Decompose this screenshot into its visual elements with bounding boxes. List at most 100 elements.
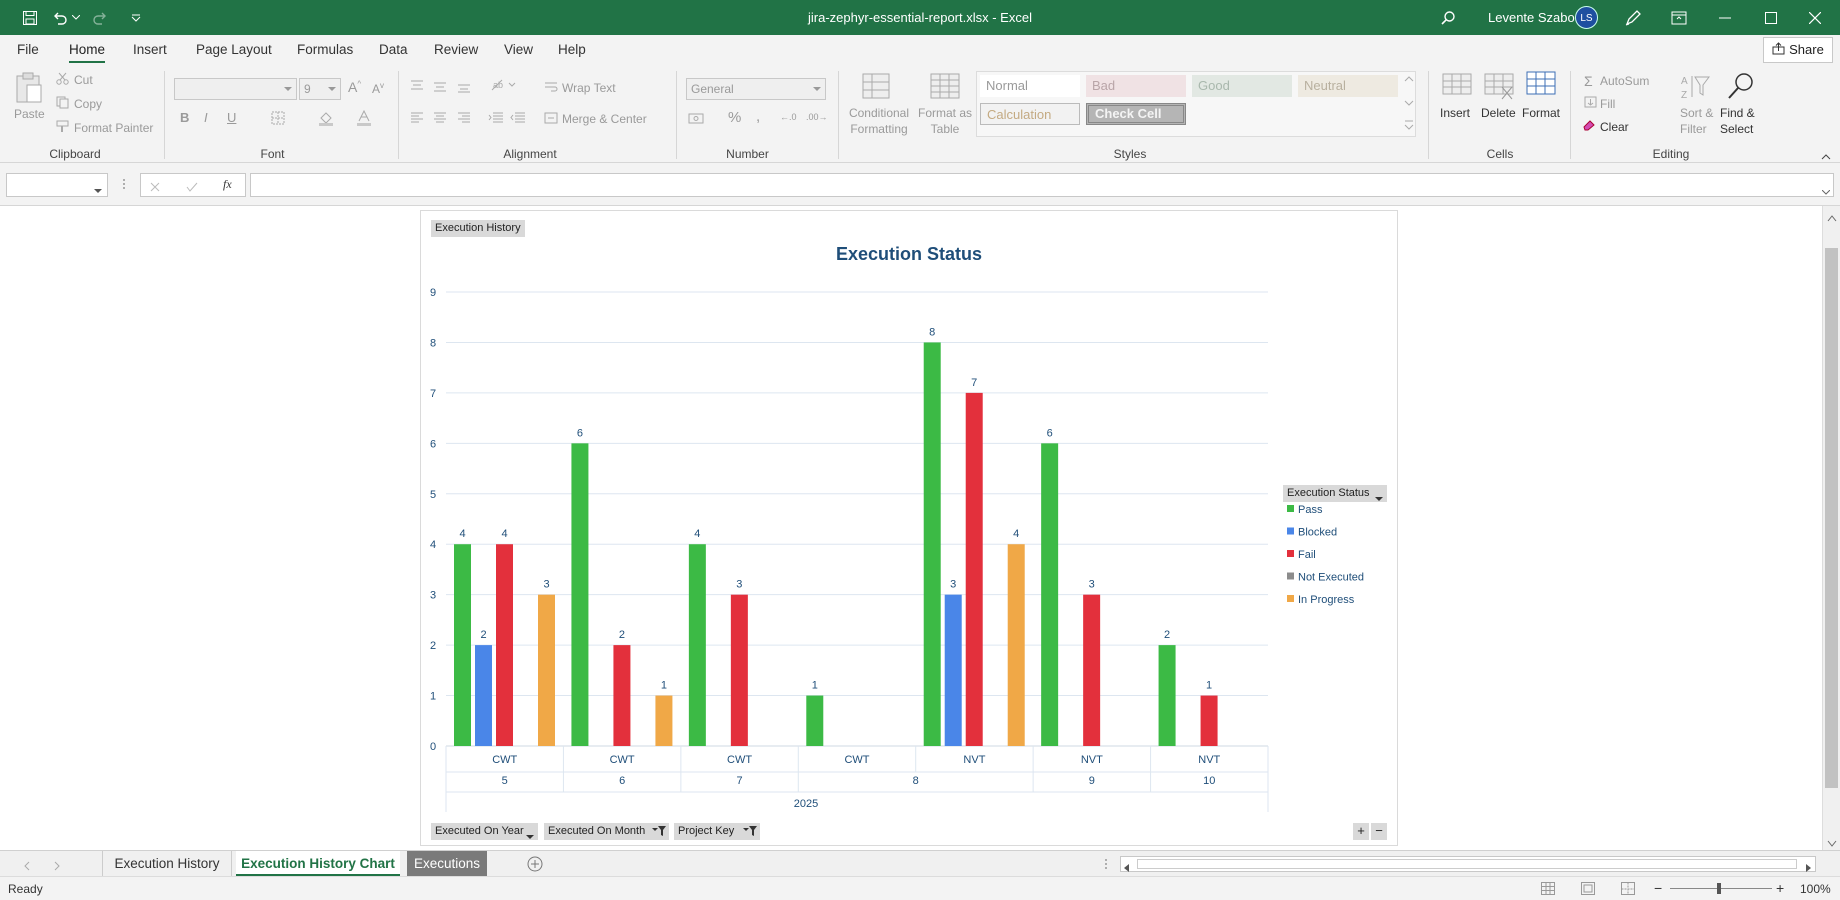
- underline-icon[interactable]: U: [227, 110, 236, 125]
- zoom-level[interactable]: 100%: [1800, 882, 1831, 896]
- borders-icon[interactable]: [271, 111, 285, 128]
- scroll-right-icon[interactable]: [1806, 860, 1812, 875]
- menu-data[interactable]: Data: [373, 35, 414, 65]
- decrease-font-icon[interactable]: Av: [372, 81, 384, 96]
- sort-filter-label-1[interactable]: Sort &: [1680, 106, 1713, 120]
- clear-button[interactable]: Clear: [1600, 120, 1629, 134]
- customize-toolbar-icon[interactable]: [128, 0, 144, 35]
- undo-dropdown-icon[interactable]: [70, 0, 82, 35]
- close-icon[interactable]: [1800, 0, 1830, 35]
- horizontal-scroll-thumb[interactable]: [1137, 859, 1797, 869]
- sort-filter-icon[interactable]: AZ: [1680, 73, 1710, 104]
- format-as-table-label-1[interactable]: Format as: [916, 106, 974, 120]
- tab-splitter-icon[interactable]: [1104, 857, 1108, 874]
- share-button[interactable]: Share: [1763, 37, 1833, 63]
- scroll-up-icon[interactable]: [1827, 210, 1837, 225]
- currency-icon[interactable]: [688, 111, 716, 128]
- vertical-scroll-thumb[interactable]: [1825, 248, 1838, 788]
- pivot-chart[interactable]: Execution History Execution Status 0 1 2 3 4 5…: [420, 210, 1398, 846]
- scroll-left-icon[interactable]: [1124, 860, 1130, 875]
- format-as-table-icon[interactable]: [930, 73, 960, 102]
- expand-field-button[interactable]: +: [1353, 823, 1369, 840]
- scroll-down-icon[interactable]: [1827, 836, 1837, 851]
- cut-label[interactable]: Cut: [74, 73, 93, 87]
- increase-font-icon[interactable]: A^: [348, 79, 361, 95]
- collapse-ribbon-icon[interactable]: [1821, 148, 1831, 163]
- wrap-text-button[interactable]: Wrap Text: [562, 81, 616, 95]
- find-select-icon[interactable]: [1726, 71, 1756, 104]
- align-top-icon[interactable]: [410, 79, 480, 96]
- font-color-icon[interactable]: [356, 109, 372, 129]
- orientation-icon[interactable]: ab: [490, 78, 516, 95]
- zoom-out-button[interactable]: −: [1654, 880, 1662, 896]
- paste-label[interactable]: Paste: [14, 107, 45, 121]
- tab-next-icon[interactable]: [54, 859, 60, 874]
- comma-icon[interactable]: ,: [756, 108, 760, 125]
- horizontal-scrollbar[interactable]: [1120, 856, 1816, 872]
- menu-file[interactable]: File: [11, 35, 45, 65]
- indent-icon[interactable]: [488, 112, 528, 127]
- name-box-dropdown-icon[interactable]: [94, 182, 102, 197]
- page-layout-view-icon[interactable]: [1581, 882, 1595, 898]
- tab-execution-history[interactable]: Execution History: [102, 851, 232, 877]
- fill-button[interactable]: Fill: [1600, 97, 1615, 111]
- format-painter-label[interactable]: Format Painter: [74, 121, 153, 135]
- sort-filter-label-2[interactable]: Filter: [1680, 122, 1707, 136]
- copy-label[interactable]: Copy: [74, 97, 102, 111]
- italic-icon[interactable]: I: [204, 110, 208, 125]
- style-check-cell[interactable]: Check Cell: [1086, 103, 1186, 125]
- filter-icon[interactable]: [743, 825, 757, 843]
- font-size-combo[interactable]: 9: [299, 78, 341, 100]
- confirm-entry-icon[interactable]: [186, 180, 198, 195]
- tab-execution-history-chart[interactable]: Execution History Chart: [236, 851, 400, 877]
- style-good[interactable]: Good: [1192, 75, 1292, 97]
- legend-field-dropdown-icon[interactable]: [1375, 491, 1383, 508]
- maximize-icon[interactable]: [1756, 0, 1786, 35]
- ribbon-display-icon[interactable]: [1666, 0, 1692, 35]
- menu-home[interactable]: Home: [63, 35, 111, 65]
- find-select-label-1[interactable]: Find &: [1720, 106, 1755, 120]
- search-icon[interactable]: [1436, 0, 1460, 35]
- expand-formula-bar-icon[interactable]: [1821, 183, 1831, 198]
- format-cells-icon[interactable]: [1526, 71, 1556, 104]
- name-box[interactable]: [6, 173, 108, 197]
- insert-function-icon[interactable]: fx: [223, 177, 232, 192]
- delete-cells-icon[interactable]: [1484, 73, 1514, 104]
- normal-view-icon[interactable]: [1541, 882, 1555, 898]
- conditional-formatting-label-2[interactable]: Formatting: [848, 122, 910, 136]
- menu-view[interactable]: View: [498, 35, 539, 65]
- font-name-combo[interactable]: [174, 78, 297, 100]
- delete-cells-label[interactable]: Delete: [1481, 106, 1516, 120]
- avatar[interactable]: LS: [1575, 6, 1598, 29]
- merge-center-button[interactable]: Merge & Center: [562, 112, 647, 126]
- bold-icon[interactable]: B: [180, 110, 189, 125]
- paste-icon[interactable]: [14, 71, 44, 108]
- format-as-table-label-2[interactable]: Table: [916, 122, 974, 136]
- insert-cells-label[interactable]: Insert: [1440, 106, 1470, 120]
- format-cells-label[interactable]: Format: [1522, 106, 1560, 120]
- menu-formulas[interactable]: Formulas: [291, 35, 359, 65]
- save-icon[interactable]: [18, 0, 42, 35]
- tab-executions[interactable]: Executions: [407, 851, 487, 877]
- legend-field-button[interactable]: Execution Status: [1283, 485, 1387, 502]
- align-left-icon[interactable]: [410, 112, 480, 127]
- vertical-scrollbar[interactable]: [1822, 206, 1840, 850]
- menu-insert[interactable]: Insert: [127, 35, 173, 65]
- collapse-field-button[interactable]: −: [1371, 823, 1387, 840]
- find-select-label-2[interactable]: Select: [1720, 122, 1753, 136]
- tab-prev-icon[interactable]: [24, 859, 30, 874]
- cancel-entry-icon[interactable]: [150, 180, 160, 195]
- zoom-slider-thumb[interactable]: [1717, 883, 1721, 894]
- fill-color-icon[interactable]: [318, 110, 334, 129]
- insert-cells-icon[interactable]: [1442, 73, 1472, 104]
- zoom-in-button[interactable]: +: [1776, 880, 1784, 896]
- minimize-icon[interactable]: [1710, 0, 1740, 35]
- style-normal[interactable]: Normal: [980, 75, 1080, 97]
- increase-decimal-icon[interactable]: ←.0: [780, 112, 797, 122]
- menu-page-layout[interactable]: Page Layout: [190, 35, 278, 65]
- menu-review[interactable]: Review: [428, 35, 484, 65]
- field-button-executed-on-month[interactable]: Executed On Month: [544, 823, 669, 840]
- conditional-formatting-icon[interactable]: [862, 73, 890, 102]
- undo-icon[interactable]: [48, 0, 72, 35]
- redo-icon[interactable]: [88, 0, 112, 35]
